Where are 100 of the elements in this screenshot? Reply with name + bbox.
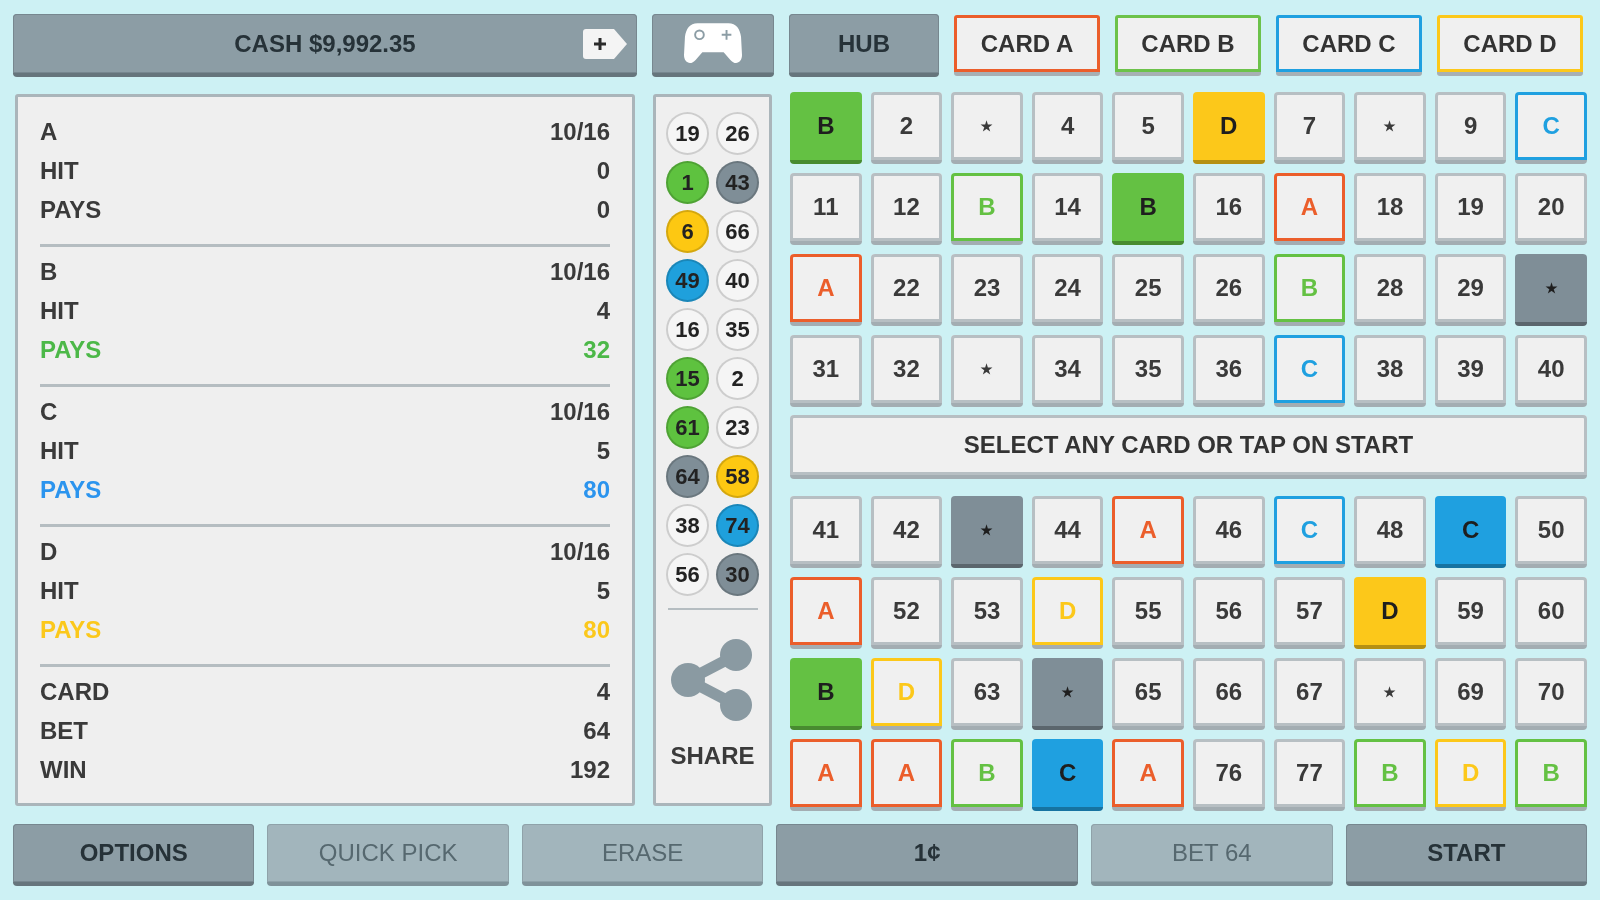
board-cell[interactable]: 50	[1515, 496, 1587, 568]
board-cell[interactable]: 39	[1434, 335, 1507, 407]
gamepad-button[interactable]	[652, 14, 774, 77]
summary-value: 5	[596, 575, 610, 606]
drawn-ball: 1	[666, 161, 709, 204]
board-cell[interactable]: 53	[951, 577, 1023, 649]
board-cell[interactable]: 25	[1112, 254, 1184, 326]
board-cell[interactable]: 77	[1273, 739, 1346, 811]
gamepad-icon	[684, 22, 742, 65]
board-cell[interactable]: 12	[870, 173, 943, 245]
hub-button[interactable]: HUB	[789, 14, 939, 77]
board-cell[interactable]: ⋆	[1515, 254, 1587, 326]
card-tab[interactable]: CARD A	[954, 15, 1100, 76]
drawn-ball: 74	[716, 504, 759, 547]
board-cell[interactable]: ⋆	[1354, 92, 1426, 164]
summary-label: PAYS	[40, 194, 102, 225]
board-cell[interactable]: 55	[1112, 577, 1184, 649]
summary-label: A	[40, 116, 58, 147]
board-cell[interactable]: ⋆	[951, 496, 1023, 568]
board-cell[interactable]: B	[790, 92, 862, 164]
board-cell[interactable]: 9	[1434, 92, 1507, 164]
board-cell[interactable]: 41	[790, 496, 862, 568]
board-cell[interactable]: D	[1354, 577, 1426, 649]
toolbar-button[interactable]: START	[1345, 824, 1587, 886]
drawn-ball: 64	[666, 455, 709, 498]
board-cell[interactable]: 19	[1434, 173, 1507, 245]
board-cell[interactable]: 56	[1193, 577, 1265, 649]
board-cell[interactable]: 4	[1031, 92, 1104, 164]
board-cell[interactable]: 60	[1515, 577, 1587, 649]
board-cell[interactable]: ⋆	[951, 335, 1023, 407]
board-cell[interactable]: 52	[870, 577, 943, 649]
board-cell[interactable]: 35	[1112, 335, 1184, 407]
summary-value: 32	[583, 334, 610, 365]
board-cell[interactable]: 69	[1434, 658, 1507, 730]
drawn-ball: 15	[666, 357, 709, 400]
board-cell[interactable]: B	[1112, 173, 1184, 245]
share-button[interactable]: SHARE	[666, 610, 759, 774]
board-cell[interactable]: 57	[1273, 577, 1346, 649]
board-cell[interactable]: D	[1193, 92, 1265, 164]
board-cell[interactable]: 24	[1031, 254, 1104, 326]
drawn-ball: 16	[666, 308, 709, 351]
summary-label: PAYS	[40, 474, 102, 505]
toolbar-button[interactable]: 1¢	[776, 824, 1079, 886]
card-tab[interactable]: CARD C	[1276, 15, 1422, 76]
summary-label: PAYS	[40, 334, 102, 365]
board-cell[interactable]: 63	[951, 658, 1023, 730]
board-cell[interactable]: 22	[870, 254, 943, 326]
drawn-ball: 56	[666, 553, 709, 596]
board-cell[interactable]: ⋆	[1354, 658, 1426, 730]
summary-label: HIT	[40, 295, 79, 326]
summary-label: D	[40, 536, 58, 567]
summary-label: PAYS	[40, 614, 102, 645]
drawn-ball: 35	[716, 308, 759, 351]
card-tab[interactable]: CARD B	[1115, 15, 1261, 76]
board-cell[interactable]: C	[1434, 496, 1507, 568]
board-cell[interactable]: 11	[790, 173, 862, 245]
board-cell[interactable]: ⋆	[951, 92, 1023, 164]
drawn-ball: 19	[666, 112, 709, 155]
board-cell[interactable]: 14	[1031, 173, 1104, 245]
board-cell[interactable]: 16	[1193, 173, 1265, 245]
board-cell[interactable]: 48	[1354, 496, 1426, 568]
summary-label: BET	[40, 715, 88, 746]
board-cell[interactable]: 70	[1515, 658, 1587, 730]
share-icon	[670, 638, 755, 722]
board-cell[interactable]: 76	[1193, 739, 1265, 811]
board-cell[interactable]: 32	[870, 335, 943, 407]
board-cell[interactable]: 7	[1273, 92, 1346, 164]
board-cell[interactable]: 34	[1031, 335, 1104, 407]
board-cell[interactable]: ⋆	[1031, 658, 1104, 730]
cash-button[interactable]: CASH $9,992.35	[13, 14, 637, 77]
board-cell[interactable]: C	[1031, 739, 1104, 811]
board-cell[interactable]: 44	[1031, 496, 1104, 568]
board-cell[interactable]: 65	[1112, 658, 1184, 730]
summary-label: WIN	[40, 754, 87, 785]
board-cell[interactable]: 18	[1354, 173, 1426, 245]
board-cell[interactable]: 23	[951, 254, 1023, 326]
board-cell[interactable]: 26	[1193, 254, 1265, 326]
board-cell[interactable]: 29	[1434, 254, 1507, 326]
board-cell[interactable]: 59	[1434, 577, 1507, 649]
summary-label: HIT	[40, 155, 79, 186]
board-cell[interactable]: 31	[790, 335, 862, 407]
board-cell[interactable]: 66	[1193, 658, 1265, 730]
summary-value: 10/16	[549, 396, 610, 427]
toolbar-button[interactable]: OPTIONS	[13, 824, 255, 886]
summary-value: 80	[583, 474, 610, 505]
board-cell[interactable]: 38	[1354, 335, 1426, 407]
drawn-ball: 61	[666, 406, 709, 449]
summary-value: 0	[596, 155, 610, 186]
board-cell[interactable]: 20	[1515, 173, 1587, 245]
board-cell[interactable]: 2	[870, 92, 943, 164]
board-cell[interactable]: 28	[1354, 254, 1426, 326]
board-cell[interactable]: 36	[1193, 335, 1265, 407]
board-cell[interactable]: 46	[1193, 496, 1265, 568]
board-cell[interactable]: 42	[870, 496, 943, 568]
board-cell[interactable]: 40	[1515, 335, 1587, 407]
card-tab[interactable]: CARD D	[1437, 15, 1583, 76]
board-cell[interactable]: B	[790, 658, 862, 730]
board-cell[interactable]: 5	[1112, 92, 1184, 164]
board-cell[interactable]: 67	[1273, 658, 1346, 730]
summary-value: 10/16	[549, 116, 610, 147]
